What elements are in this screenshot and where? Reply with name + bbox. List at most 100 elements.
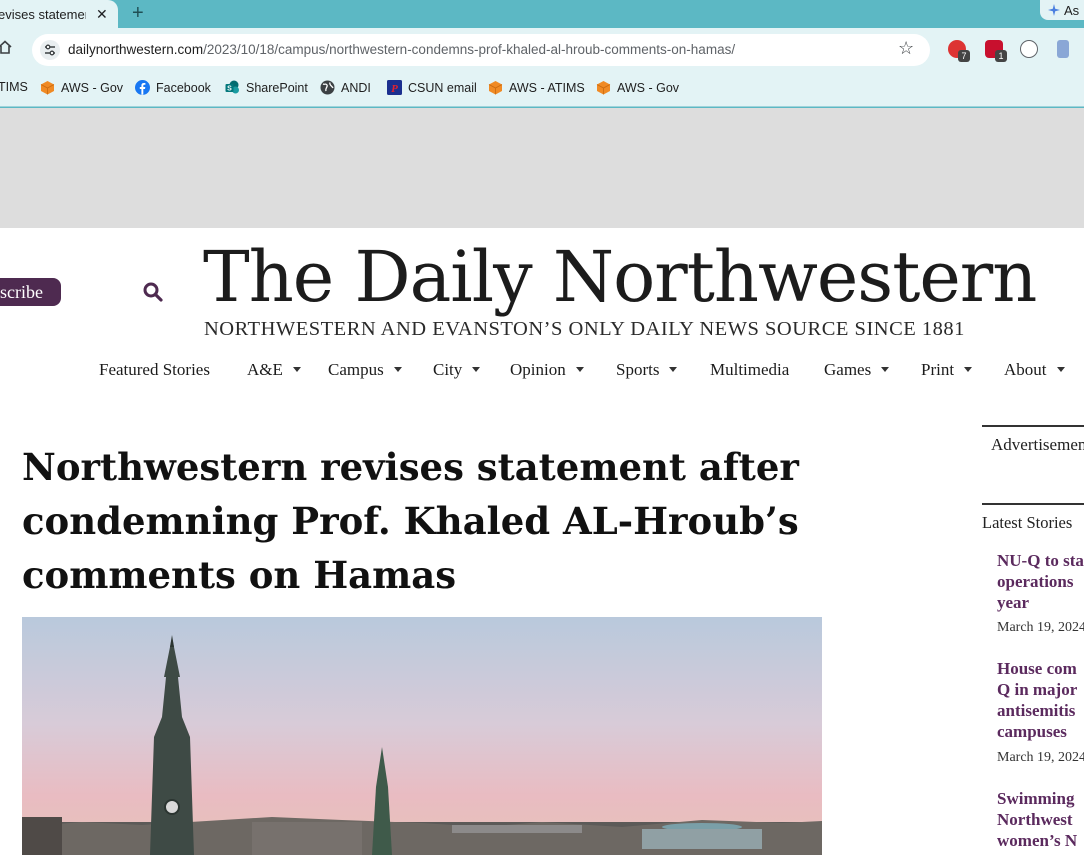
chevron-down-icon — [1056, 366, 1065, 372]
svg-text:S: S — [227, 86, 232, 93]
campus-skyline-image — [22, 617, 822, 855]
nav-featured-stories[interactable]: Featured Stories — [99, 360, 210, 380]
chevron-down-icon — [575, 366, 584, 372]
story-line: Swimming — [997, 789, 1075, 808]
story-line: year — [997, 593, 1030, 612]
bookmark-tims[interactable]: TIMS — [0, 80, 28, 94]
story-line: Northwest — [997, 810, 1073, 829]
nav-opinion[interactable]: Opinion — [510, 360, 584, 380]
tab-strip: evises statement ✕ + As — [0, 0, 1084, 28]
ask-label: As — [1064, 2, 1080, 18]
browser-chrome: evises statement ✕ + As dailynorthwester… — [0, 0, 1084, 108]
adblock-badge: 7 — [958, 50, 970, 62]
nav-campus[interactable]: Campus — [328, 360, 402, 380]
chevron-down-icon — [393, 366, 402, 372]
bookmark-label: AWS - Gov — [61, 80, 124, 95]
latest-stories-section: Latest Stories — [982, 503, 1084, 532]
site-masthead[interactable]: The Daily Northwestern — [203, 232, 1037, 322]
latest-story-link[interactable]: NU-Q to sta operations year — [997, 550, 1084, 613]
bookmark-aws-atims[interactable]: AWS - ATIMS — [488, 80, 585, 95]
profile-extension-icon[interactable] — [1057, 40, 1069, 58]
bookmark-aws-gov-2[interactable]: AWS - Gov — [596, 80, 679, 95]
nav-multimedia[interactable]: Multimedia — [710, 360, 789, 380]
headline-line: condemning Prof. Khaled AL-Hroub’s — [22, 499, 799, 543]
nav-print[interactable]: Print — [921, 360, 973, 380]
lock-extension-icon[interactable]: 1 — [985, 40, 1007, 62]
sidebar-ad-slot: Advertisement — [982, 425, 1084, 505]
story-line: House com — [997, 659, 1077, 678]
aws-cube-icon — [488, 81, 503, 95]
search-icon[interactable] — [143, 282, 163, 302]
story-line: NU-Q to sta — [997, 551, 1084, 570]
svg-text:P: P — [391, 83, 398, 95]
bookmark-facebook[interactable]: Facebook — [135, 80, 211, 95]
latest-story-link[interactable]: House com Q in major antisemitis campuse… — [997, 658, 1084, 742]
main-nav: Featured Stories A&E Campus City Opinion… — [0, 356, 1084, 384]
article-photo — [22, 617, 822, 855]
nav-ae[interactable]: A&E — [247, 360, 301, 380]
chevron-down-icon — [964, 366, 973, 372]
latest-stories-title: Latest Stories — [982, 513, 1073, 532]
nav-games[interactable]: Games — [824, 360, 890, 380]
story-date: March 19, 2024 — [997, 620, 1084, 635]
url-path: /2023/10/18/campus/northwestern-condemns… — [203, 42, 736, 57]
url-domain: dailynorthwestern.com — [68, 42, 204, 57]
globe-icon — [320, 80, 335, 95]
nav-about[interactable]: About — [1004, 360, 1065, 380]
nav-label: Games — [824, 360, 872, 379]
sharepoint-icon: S — [225, 80, 239, 94]
top-ad-banner — [0, 108, 1084, 228]
chevron-down-icon — [472, 366, 481, 372]
bookmark-aws-gov[interactable]: AWS - Gov — [40, 80, 123, 95]
subscribe-button[interactable]: scribe — [0, 278, 61, 306]
nav-label: Campus — [328, 360, 384, 379]
lock-badge: 1 — [995, 50, 1007, 62]
bookmark-label: Facebook — [156, 80, 211, 95]
nav-city[interactable]: City — [433, 360, 481, 380]
bookmark-sharepoint[interactable]: S SharePoint — [225, 80, 308, 95]
adblock-extension-icon[interactable]: 7 — [948, 40, 970, 62]
chevron-down-icon — [881, 366, 890, 372]
csun-icon: P — [387, 80, 402, 95]
story-line: Q in major — [997, 680, 1078, 699]
aws-cube-icon — [596, 81, 611, 95]
bookmark-label: AWS - Gov — [617, 80, 680, 95]
ask-gemini-button[interactable]: As — [1040, 0, 1084, 20]
nav-label: About — [1004, 360, 1047, 379]
story-line: antisemitis — [997, 701, 1076, 720]
story-line: operations — [997, 572, 1074, 591]
aws-cube-icon — [40, 81, 55, 95]
bookmark-csun-email[interactable]: P CSUN email — [387, 80, 477, 95]
chevron-down-icon — [292, 366, 301, 372]
bookmark-label: AWS - ATIMS — [509, 80, 585, 95]
site-info-icon[interactable] — [40, 40, 60, 60]
latest-story-link[interactable]: Swimming Northwest women’s N — [997, 788, 1084, 851]
bookmark-label: SharePoint — [246, 80, 308, 95]
bookmark-star-icon[interactable]: ☆ — [898, 38, 914, 59]
address-bar[interactable]: dailynorthwestern.com/2023/10/18/campus/… — [32, 34, 930, 66]
bookmarks-bar: TIMS AWS - Gov Facebook S SharePoint AND… — [0, 72, 1084, 107]
active-tab[interactable]: evises statement ✕ — [0, 0, 118, 28]
bookmark-label: TIMS — [0, 80, 28, 94]
bookmark-label: ANDI — [341, 80, 371, 95]
nav-sports[interactable]: Sports — [616, 360, 678, 380]
nav-label: Print — [921, 360, 955, 379]
url-text[interactable]: dailynorthwestern.com/2023/10/18/campus/… — [68, 42, 735, 57]
bookmark-label: CSUN email — [408, 80, 477, 95]
headline-line: Northwestern revises statement after — [22, 445, 799, 489]
chevron-down-icon — [669, 366, 678, 372]
browser-toolbar: dailynorthwestern.com/2023/10/18/campus/… — [0, 28, 1084, 72]
new-tab-button[interactable]: + — [132, 2, 144, 25]
nav-label: Opinion — [510, 360, 566, 379]
story-line: campuses — [997, 722, 1067, 741]
nav-label: City — [433, 360, 463, 379]
extension-icon[interactable] — [1020, 40, 1038, 58]
bookmark-andi[interactable]: ANDI — [320, 80, 371, 95]
tab-close-icon[interactable]: ✕ — [96, 6, 108, 23]
home-icon[interactable] — [0, 40, 12, 54]
headline-line: comments on Hamas — [22, 553, 457, 597]
site-tagline: NORTHWESTERN AND EVANSTON’S ONLY DAILY N… — [204, 318, 965, 340]
ad-label: Advertisement — [991, 435, 1084, 454]
story-line: women’s N — [997, 831, 1078, 850]
nav-label: Featured Stories — [99, 360, 210, 379]
